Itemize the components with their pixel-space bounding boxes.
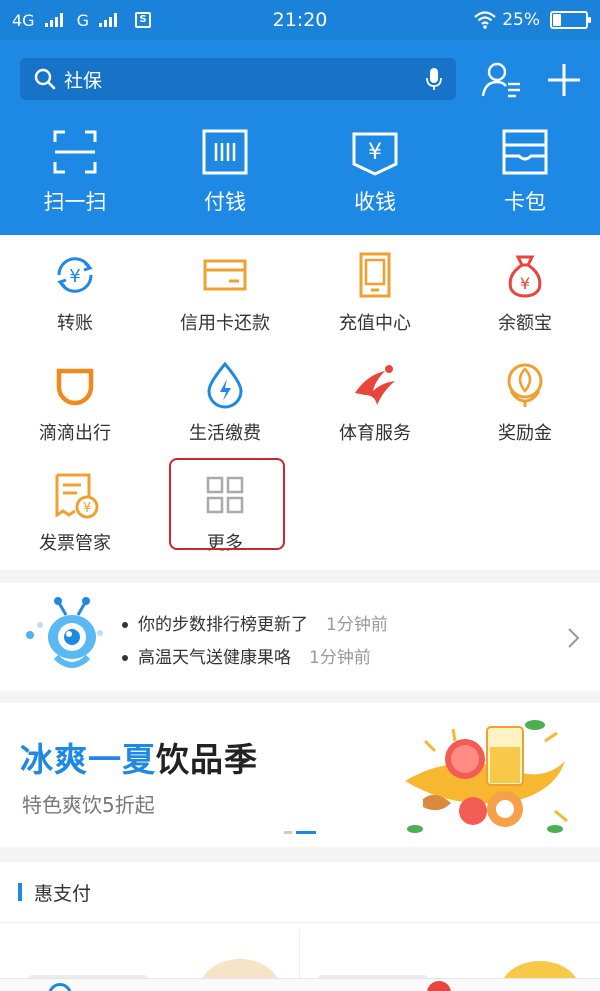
grid-item-sports[interactable]: 体育服务 — [300, 345, 450, 445]
svg-text:¥: ¥ — [69, 266, 80, 287]
grid-label: 充值中心 — [339, 313, 411, 334]
signal-strength-icon-2 — [98, 13, 117, 27]
grid-item-credit-card[interactable]: 信用卡还款 — [150, 235, 300, 335]
banner-title: 冰爽一夏饮品季 — [20, 733, 258, 781]
grid-label: 奖励金 — [498, 423, 552, 444]
home-tab-icon[interactable] — [48, 983, 72, 991]
credit-card-icon — [203, 259, 247, 291]
status-bar: 4G G S 21:20 25% — [0, 0, 600, 40]
section-header: 惠支付 — [0, 862, 600, 922]
banner-subtitle: 特色爽饮5折起 — [22, 793, 155, 817]
signal-strength-icon — [44, 13, 63, 27]
grid-label: 转账 — [57, 313, 93, 334]
promo-banner[interactable]: 冰爽一夏饮品季 特色爽饮5折起 — [0, 703, 600, 847]
didi-icon — [56, 368, 94, 406]
card-wallet-button[interactable]: 卡包 — [450, 128, 600, 228]
water-drop-icon — [207, 361, 243, 409]
notify-line-1: 你的步数排行榜更新了 1分钟前 — [122, 610, 388, 635]
grid-item-yuebao[interactable]: ¥ 余额宝 — [450, 235, 600, 335]
section-accent-bar — [18, 883, 22, 901]
grid-label: 信用卡还款 — [180, 313, 270, 334]
search-input[interactable]: 社保 — [20, 58, 456, 100]
chevron-right-icon — [568, 628, 580, 648]
network-label-2: G — [76, 10, 89, 30]
section-title: 惠支付 — [34, 882, 92, 905]
search-placeholder: 社保 — [64, 69, 103, 92]
battery-icon — [550, 11, 591, 29]
svg-text:¥: ¥ — [368, 140, 382, 165]
network-label-1: 4G — [12, 10, 35, 30]
app-grid: ¥ 转账 信用卡还款 充值中心 ¥ 余额宝 滴滴出行 生活缴费 体育服务 奖励金… — [0, 235, 600, 570]
grid-item-more[interactable]: 更多 — [150, 455, 300, 555]
banner-title-dark: 饮品季 — [156, 740, 258, 779]
grid-item-utilities[interactable]: 生活缴费 — [150, 345, 300, 445]
yuan-receipt-icon: ¥ — [352, 132, 398, 176]
carousel-indicator[interactable] — [284, 831, 316, 834]
grid-item-didi[interactable]: 滴滴出行 — [0, 345, 150, 445]
contacts-icon[interactable] — [480, 60, 524, 100]
grid-item-reward[interactable]: 奖励金 — [450, 345, 600, 445]
notify-text: 你的步数排行榜更新了 — [138, 615, 308, 635]
notify-time: 1分钟前 — [309, 648, 371, 668]
signal-group: 4G G S — [12, 11, 232, 30]
microphone-icon[interactable] — [426, 67, 442, 91]
pay-label: 付钱 — [204, 190, 246, 214]
notification-badge — [427, 981, 451, 991]
scan-button[interactable]: 扫一扫 — [0, 128, 150, 228]
transfer-icon: ¥ — [57, 257, 93, 293]
card-wallet-icon — [502, 129, 548, 175]
grid-label: 发票管家 — [39, 533, 111, 554]
battery-percent: 25% — [502, 10, 540, 30]
notify-line-2: 高温天气送健康果咯 1分钟前 — [122, 643, 371, 668]
grid-item-transfer[interactable]: ¥ 转账 — [0, 235, 150, 335]
grid-label: 生活缴费 — [189, 423, 261, 444]
drinks-illustration-icon — [405, 720, 568, 833]
notify-time: 1分钟前 — [326, 615, 388, 635]
grid-label: 更多 — [207, 533, 243, 554]
collect-button[interactable]: ¥ 收钱 — [300, 128, 450, 228]
sim-icon: S — [134, 12, 151, 28]
collect-label: 收钱 — [354, 190, 396, 214]
grid-label: 滴滴出行 — [39, 423, 111, 444]
pay-button[interactable]: 付钱 — [150, 128, 300, 228]
sports-icon — [355, 365, 395, 405]
notification-card[interactable]: 你的步数排行榜更新了 1分钟前 高温天气送健康果咯 1分钟前 — [0, 583, 600, 691]
mascot-icon — [26, 597, 103, 668]
header: 社保 扫一扫 付钱 ¥ 收钱 卡包 — [0, 40, 600, 235]
scan-icon — [53, 130, 97, 174]
wifi-icon — [474, 11, 496, 29]
invoice-icon: ¥ — [55, 473, 99, 519]
grid-item-recharge[interactable]: 充值中心 — [300, 235, 450, 335]
bottom-tab-bar — [0, 978, 600, 991]
add-icon[interactable] — [544, 60, 584, 100]
more-grid-icon — [206, 476, 244, 514]
scan-label: 扫一扫 — [43, 190, 107, 214]
money-bag-icon: ¥ — [508, 255, 542, 298]
status-right: 25% — [474, 10, 591, 30]
phone-recharge-icon — [359, 252, 391, 298]
reward-icon — [507, 363, 543, 407]
notify-text: 高温天气送健康果咯 — [138, 648, 291, 668]
banner-title-blue: 冰爽一夏 — [20, 740, 156, 779]
svg-text:¥: ¥ — [83, 501, 91, 516]
top-actions: 扫一扫 付钱 ¥ 收钱 卡包 — [0, 128, 600, 228]
search-icon — [34, 68, 56, 90]
svg-text:¥: ¥ — [520, 274, 530, 293]
grid-label: 余额宝 — [498, 313, 552, 334]
card-wallet-label: 卡包 — [504, 190, 546, 214]
grid-item-invoice[interactable]: ¥ 发票管家 — [0, 455, 150, 555]
grid-label: 体育服务 — [339, 423, 411, 444]
barcode-icon — [202, 129, 248, 175]
